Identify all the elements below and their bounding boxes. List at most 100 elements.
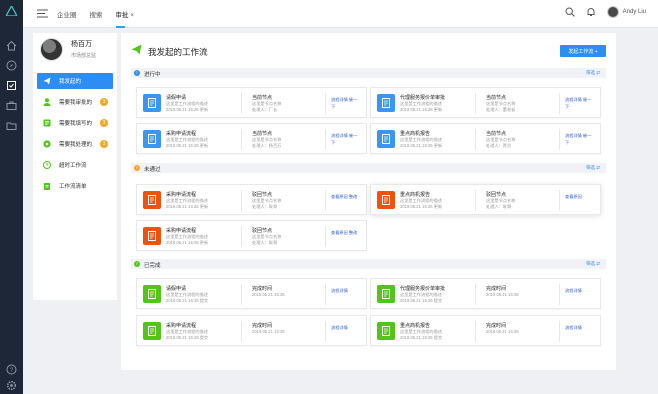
- home-icon[interactable]: [6, 38, 17, 51]
- card-time: 2019.05.21 15:26 更新: [400, 107, 443, 112]
- node-label: 当前节点: [252, 131, 273, 137]
- card-actions[interactable]: 流程详情 催一下: [565, 96, 595, 110]
- card-time: 2019.05.21 15:26 更新: [166, 240, 209, 245]
- filter-button[interactable]: 筛选 ⇄: [586, 70, 600, 76]
- count-badge: 3: [100, 140, 108, 148]
- workflow-card[interactable]: 采购申请流程 这里是工作流程的描述 2019.05.21 15:26 更新 当前…: [136, 123, 367, 154]
- card-time: 2019.05.21 15:26 更新: [400, 143, 443, 148]
- top-bar: 企业圈 搜索 审批 × Andy Liu: [23, 0, 658, 28]
- card-title: 采购申请流程: [166, 228, 197, 234]
- node-handler: 处理人：贾总: [486, 143, 512, 148]
- settings-icon[interactable]: [6, 378, 17, 391]
- sidebar-item-timeout[interactable]: 超时工作流: [37, 157, 113, 173]
- workflow-card[interactable]: 采购申请流程 这里是工作流程的描述 2019.05.21 15:26 更新 驳回…: [136, 184, 367, 215]
- node-label: 当前节点: [486, 95, 507, 101]
- sidebar: 杨百万 市场部总监 我发起的 需要我审批的 3 需要我填写的 3 需要我处理的 …: [33, 33, 117, 300]
- card-actions[interactable]: 流程详情 催一下: [331, 96, 361, 110]
- workflow-card[interactable]: 请假申请 这里是工作流程的描述 2019.05.21 15:26 提交 完成时间…: [136, 278, 367, 309]
- card-actions[interactable]: 流程详情: [565, 324, 595, 331]
- sidebar-item-initiated[interactable]: 我发起的: [37, 73, 113, 89]
- completion-label: 完成时间: [486, 286, 507, 292]
- compass-icon[interactable]: [6, 58, 17, 71]
- card-actions[interactable]: 流程详情: [331, 287, 361, 294]
- node-label: 当前节点: [486, 131, 507, 137]
- divider: [325, 226, 326, 247]
- profile-role: 市场部总监: [71, 53, 97, 59]
- node-handler: 处理人：耿哥: [252, 204, 278, 209]
- filter-button[interactable]: 筛选 ⇄: [586, 261, 600, 267]
- workflow-card[interactable]: 重点商机报告 这里是工作流程的描述 2019.05.21 15:26 更新 驳回…: [370, 184, 601, 215]
- node-handler: 处理人：耿哥: [486, 204, 512, 209]
- divider: [241, 129, 242, 150]
- divider: [475, 129, 476, 150]
- workflow-card[interactable]: 代理服务报价单审批 这里是工作流程的描述 2019.05.21 15:26 提交…: [370, 278, 601, 309]
- node-label: 驳回节点: [252, 228, 273, 234]
- user-name[interactable]: Andy Liu: [623, 9, 646, 15]
- filter-button[interactable]: 筛选 ⇄: [586, 165, 600, 171]
- svg-text:?: ?: [10, 368, 14, 374]
- eye-icon: [43, 140, 51, 148]
- warning-icon: !: [134, 165, 140, 171]
- briefcase-icon[interactable]: [6, 98, 17, 110]
- nav-enterprise-circle[interactable]: 企业圈: [57, 9, 77, 19]
- card-time: 2019.05.21 15:26 更新: [400, 204, 443, 209]
- main-panel: 我发起的工作流 发起工作流 + ! 进行中 筛选 ⇄ 请假申请 这里是工作流程的…: [121, 33, 616, 370]
- card-actions[interactable]: 查看原因 整改: [331, 193, 361, 200]
- divider: [559, 93, 560, 114]
- divider: [241, 284, 242, 305]
- card-actions[interactable]: 查看原因 整改: [331, 229, 361, 236]
- nav-approval[interactable]: 审批 ×: [115, 9, 135, 28]
- document-icon: [377, 130, 395, 148]
- sidebar-item-list[interactable]: 工作流清单: [37, 178, 113, 194]
- workflow-card[interactable]: 重点商机报告 这里是工作流程的描述 2019.05.21 15:26 更新 当前…: [370, 123, 601, 154]
- main-header: 我发起的工作流 发起工作流 +: [121, 33, 616, 63]
- paper-plane-icon: [43, 77, 51, 85]
- document-icon: [143, 285, 161, 303]
- help-icon[interactable]: ?: [6, 362, 17, 375]
- card-actions[interactable]: 查看原因: [565, 193, 595, 200]
- section-rejected: ! 未通过 筛选 ⇄: [131, 163, 606, 173]
- workflow-card[interactable]: 代理服务报价单审批 这里是工作流程的描述 2019.05.21 15:26 更新…: [370, 87, 601, 118]
- sidebar-item-to-approve[interactable]: 需要我审批的 3: [37, 94, 113, 110]
- workflow-card[interactable]: 采购申请流程 这里是工作流程的描述 2019.05.21 15:26 更新 驳回…: [136, 220, 367, 251]
- profile-name: 杨百万: [71, 41, 92, 48]
- divider: [241, 190, 242, 211]
- clock-icon: [43, 161, 51, 169]
- node-label: 驳回节点: [252, 192, 273, 198]
- document-icon: [377, 191, 395, 209]
- divider: [559, 129, 560, 150]
- document-icon: [377, 285, 395, 303]
- node-label: 当前节点: [252, 95, 273, 101]
- search-icon[interactable]: [565, 7, 575, 17]
- card-title: 重点商机报告: [400, 192, 431, 198]
- sidebar-item-to-fill[interactable]: 需要我填写的 3: [37, 115, 113, 131]
- profile-avatar: [40, 37, 63, 61]
- node-handler: 处理人：厂长: [252, 107, 278, 112]
- workflow-card[interactable]: 重点商机报告 这里是工作流程的描述 2019.05.21 15:26 提交 完成…: [370, 315, 601, 346]
- close-icon[interactable]: ×: [131, 13, 135, 19]
- nav-search[interactable]: 搜索: [90, 9, 103, 19]
- card-actions[interactable]: 流程详情: [331, 324, 361, 331]
- user-avatar[interactable]: [606, 6, 619, 18]
- menu-icon[interactable]: [37, 9, 48, 18]
- divider: [475, 321, 476, 342]
- card-time: 2019.05.21 15:26 更新: [166, 107, 209, 112]
- card-title: 代理服务报价单审批: [400, 286, 446, 292]
- sidebar-item-to-handle[interactable]: 需要我处理的 3: [37, 136, 113, 152]
- section-title: 进行中: [144, 72, 161, 78]
- workflow-card[interactable]: 请假申请 这里是工作流程的描述 2019.05.21 15:26 更新 当前节点…: [136, 87, 367, 118]
- card-actions[interactable]: 流程详情: [565, 287, 595, 294]
- card-actions[interactable]: 流程详情 催一下: [565, 132, 595, 146]
- divider: [325, 190, 326, 211]
- approval-icon[interactable]: [6, 78, 17, 90]
- top-nav: 企业圈 搜索 审批 ×: [57, 0, 147, 28]
- section-title: 未通过: [144, 167, 161, 173]
- new-workflow-button[interactable]: 发起工作流 +: [560, 45, 606, 57]
- divider: [475, 190, 476, 211]
- document-icon: [143, 94, 161, 112]
- card-actions[interactable]: 流程详情 催一下: [331, 132, 361, 146]
- workflow-card[interactable]: 采购申请流程 这里是工作流程的描述 2019.05.21 15:26 提交 完成…: [136, 315, 367, 346]
- card-time: 2019.05.21 15:26 更新: [166, 143, 209, 148]
- folder-icon[interactable]: [6, 118, 17, 130]
- bell-icon[interactable]: [586, 7, 596, 17]
